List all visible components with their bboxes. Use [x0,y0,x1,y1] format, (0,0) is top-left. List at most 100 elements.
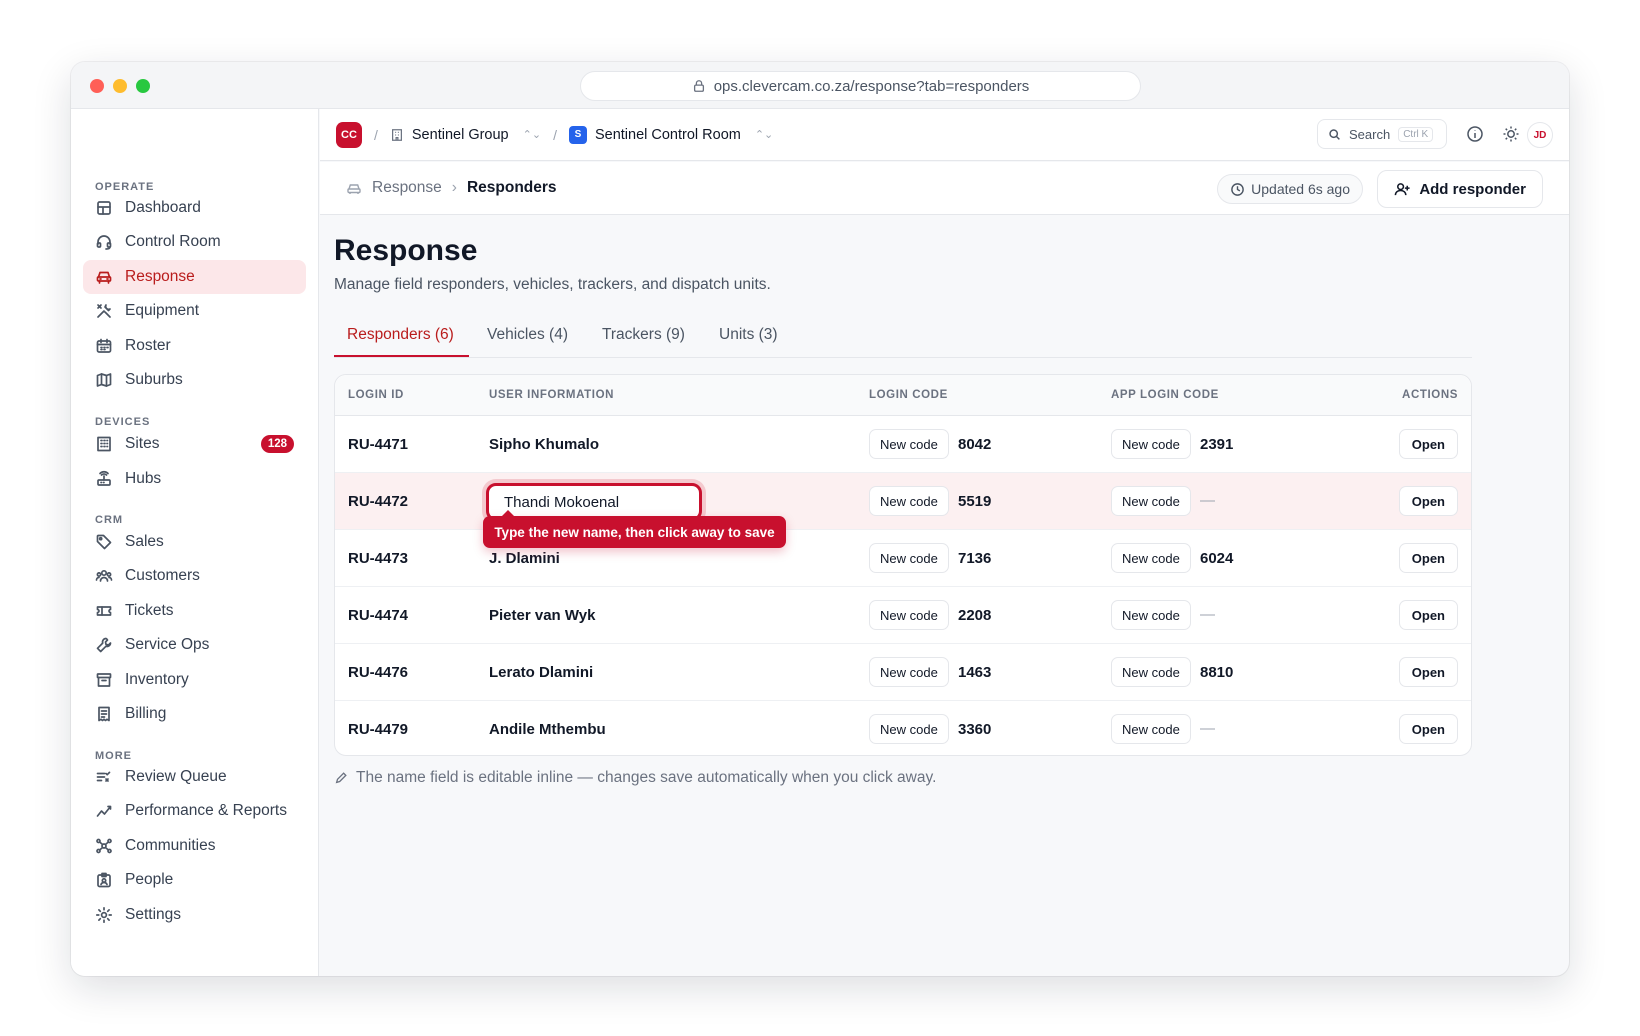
add-responder-button[interactable]: Add responder [1377,170,1543,208]
network-icon [96,838,112,854]
id-badge-icon [97,872,111,888]
search-label: Search [1349,126,1391,142]
sidebar-item-label: Performance & Reports [125,802,287,819]
sidebar-item-sales[interactable]: Sales [83,525,306,559]
sidebar-item-hubs[interactable]: Hubs [83,462,306,496]
org-logo[interactable]: CC [336,121,362,148]
ticket-icon [96,606,112,616]
sidebar-item-label: Response [125,268,195,285]
tab-vehicles[interactable]: Vehicles (4) [487,326,568,344]
search-button[interactable]: Search Ctrl K [1317,119,1447,149]
footnote: The name field is editable inline — chan… [334,769,936,787]
sidebar-item-roster[interactable]: Roster [83,329,306,363]
footnote-text: The name field is editable inline — chan… [356,769,937,786]
breadcrumb-parent[interactable]: Response [372,179,442,197]
app-code-value: 2391 [1200,436,1234,453]
chevron-right-icon: › [451,179,457,196]
open-button[interactable]: Open [1398,657,1458,687]
login-code-value: 8042 [958,436,992,453]
sidebar-item-customers[interactable]: Customers [83,559,306,593]
new-app-code-button[interactable]: New code [1111,486,1191,516]
open-button[interactable]: Open [1398,714,1458,744]
new-app-code-button[interactable]: New code [1111,429,1191,459]
close-window-button[interactable] [90,79,104,93]
login-id: RU-4472 [348,493,409,510]
sidebar-item-people[interactable]: People [83,863,306,897]
layout-icon [97,201,111,215]
address-bar[interactable]: ops.clevercam.co.za/response?tab=respond… [580,71,1141,101]
user-name[interactable]: Andile Mthembu [489,721,606,738]
car-icon [96,271,112,284]
user-name[interactable]: Lerato Dlamini [489,664,593,681]
map-icon [96,373,112,387]
new-login-code-button[interactable]: New code [869,543,949,573]
user-avatar[interactable]: JD [1527,122,1553,148]
sidebar-item-billing[interactable]: Billing [83,697,306,731]
open-button[interactable]: Open [1398,600,1458,630]
calendar-icon [96,338,112,353]
login-code-value: 5519 [958,493,992,510]
new-login-code-button[interactable]: New code [869,657,949,687]
login-code-value: 1463 [958,664,992,681]
sidebar-item-service-ops[interactable]: Service Ops [83,628,306,662]
new-app-code-button[interactable]: New code [1111,657,1191,687]
new-app-code-button[interactable]: New code [1111,714,1191,744]
new-login-code-button[interactable]: New code [869,714,949,744]
sidebar-item-communities[interactable]: Communities [83,829,306,863]
sidebar-item-equipment[interactable]: Equipment [83,294,306,328]
user-name[interactable]: Sipho Khumalo [489,436,599,453]
sidebar-item-suburbs[interactable]: Suburbs [83,363,306,397]
open-button[interactable]: Open [1398,486,1458,516]
sidebar-item-control-room[interactable]: Control Room [83,225,306,259]
users-icon [95,569,113,582]
org-switcher[interactable]: Sentinel Group ⌃⌄ [390,127,541,143]
building-icon [97,436,111,452]
sidebar-item-label: Sites [125,435,160,452]
user-plus-icon [1394,182,1410,195]
tab-responders[interactable]: Responders (6) [347,326,454,344]
add-responder-label: Add responder [1419,180,1526,198]
sidebar-item-label: People [125,871,174,888]
chevron-up-down-icon: ⌃⌄ [522,129,542,141]
sidebar-item-response[interactable]: Response [83,260,306,294]
open-button[interactable]: Open [1398,543,1458,573]
sidebar-item-settings[interactable]: Settings [83,898,306,932]
workspace-switcher[interactable]: S Sentinel Control Room ⌃⌄ [568,125,774,144]
sidebar-item-label: Hubs [125,470,162,487]
sidebar-item-review-queue[interactable]: Review Queue [83,760,306,794]
new-app-code-button[interactable]: New code [1111,600,1191,630]
login-id: RU-4474 [348,607,409,624]
login-id: RU-4471 [348,436,409,453]
table-row: RU-4474 Pieter van Wyk New code 2208 New cod… [335,587,1471,644]
responders-table: LOGIN ID USER INFORMATION LOGIN CODE APP… [334,374,1472,756]
list-check-icon [96,771,111,782]
info-icon[interactable] [1465,124,1485,144]
tab-units[interactable]: Units (3) [719,326,778,344]
minimize-window-button[interactable] [113,79,127,93]
sidebar-item-tickets[interactable]: Tickets [83,594,306,628]
updated-status: Updated 6s ago [1217,174,1363,204]
sidebar-item-label: Suburbs [125,371,183,388]
chevron-up-down-icon: ⌃⌄ [754,129,774,141]
sidebar-item-dashboard[interactable]: Dashboard [83,191,306,225]
login-id: RU-4476 [348,664,409,681]
tab-trackers[interactable]: Trackers (9) [602,326,685,344]
new-login-code-button[interactable]: New code [869,600,949,630]
app-code-empty: — [1200,720,1215,737]
new-login-code-button[interactable]: New code [869,486,949,516]
maximize-window-button[interactable] [136,79,150,93]
sidebar-item-performance-reports[interactable]: Performance & Reports [83,794,306,828]
table-row: RU-4472 Type the new name, then click awa… [335,473,1471,548]
login-code-value: 3360 [958,721,992,738]
new-app-code-button[interactable]: New code [1111,543,1191,573]
user-name[interactable]: Pieter van Wyk [489,607,595,624]
sidebar-item-sites[interactable]: Sites 128 [83,427,306,461]
lock-icon [693,80,704,92]
search-icon [1329,128,1340,140]
user-name[interactable]: J. Dlamini [489,550,560,567]
open-button[interactable]: Open [1398,429,1458,459]
sidebar-item-inventory[interactable]: Inventory [83,663,306,697]
sun-icon[interactable] [1501,124,1521,144]
new-login-code-button[interactable]: New code [869,429,949,459]
sidebar-item-label: Roster [125,337,171,354]
